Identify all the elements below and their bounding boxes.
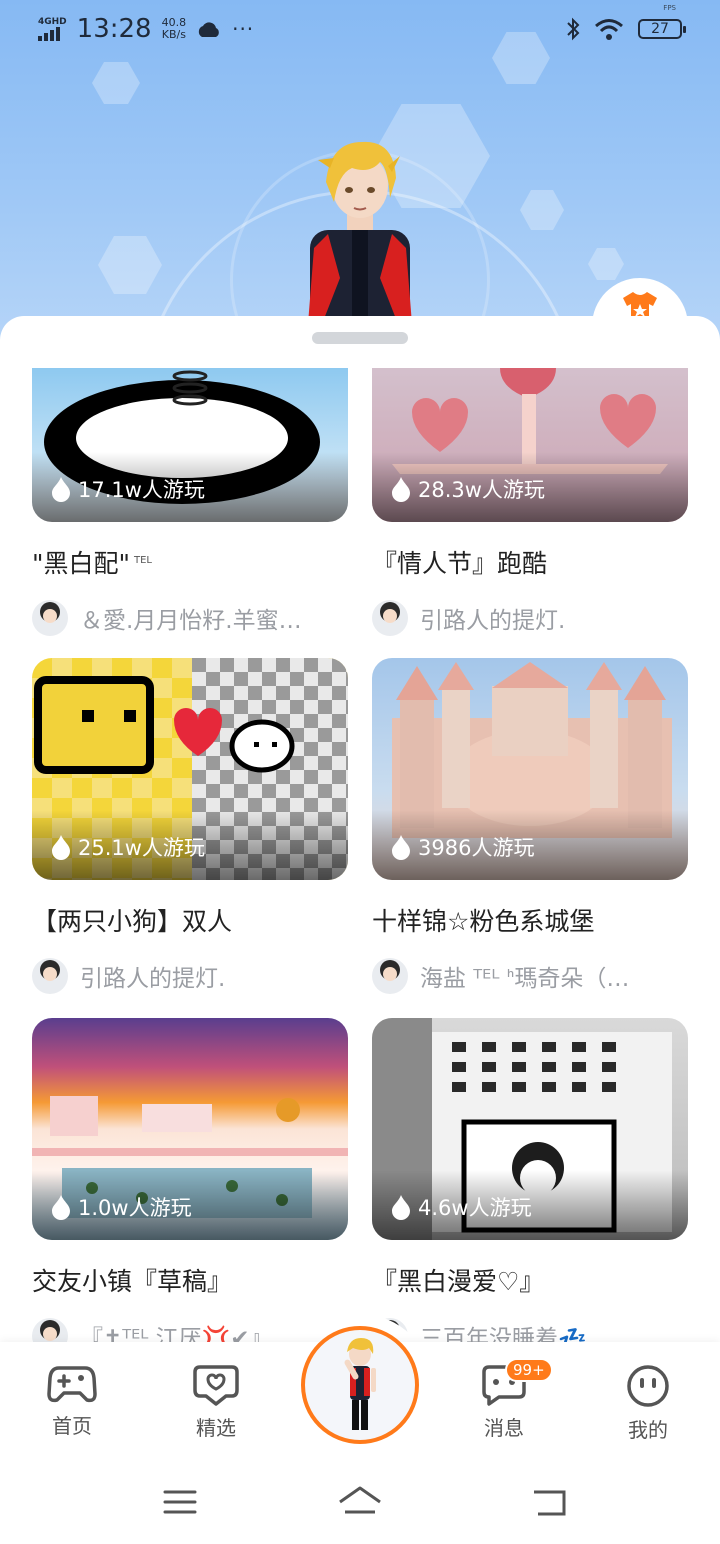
game-thumbnail[interactable]: 1.0w人游玩 [32, 1018, 348, 1240]
game-thumbnail[interactable]: 17.1w人游玩 [32, 368, 348, 522]
tab-profile[interactable]: 我的 [603, 1364, 693, 1443]
avatar-figure-icon [344, 1338, 376, 1430]
flame-icon [392, 1195, 410, 1220]
system-nav-bar [0, 1460, 720, 1544]
menu-icon[interactable] [162, 1482, 198, 1522]
author-name: ＆愛.月月怡籽.羊蜜… [80, 608, 302, 634]
author-row[interactable]: 引路人的提灯. [32, 958, 348, 994]
hero-banner: 4GHD 13:28 40.8 KB/s ··· 27 FPS [0, 0, 720, 360]
unread-badge: 99+ [505, 1358, 553, 1382]
play-count: 28.3w人游玩 [390, 474, 545, 504]
author-row[interactable]: ＆愛.月月怡籽.羊蜜… [32, 600, 348, 636]
avatar-center-button[interactable] [301, 1326, 419, 1444]
author-name: 引路人的提灯. [420, 608, 566, 634]
fps-label: FPS [663, 4, 676, 12]
game-thumbnail[interactable]: 25.1w人游玩 [32, 658, 348, 880]
flame-icon [392, 835, 410, 860]
battery-indicator: 27 [638, 19, 686, 39]
home-icon[interactable] [336, 1482, 384, 1522]
flame-icon [52, 477, 70, 502]
game-title[interactable]: 【两只小狗】双人 [32, 902, 348, 938]
flame-icon [52, 1195, 70, 1220]
play-count: 25.1w人游玩 [50, 832, 205, 862]
cloud-icon [198, 22, 219, 37]
game-thumbnail[interactable]: 3986人游玩 [372, 658, 688, 880]
author-avatar[interactable] [372, 600, 408, 636]
flame-icon [52, 835, 70, 860]
smile-face-icon [627, 1365, 669, 1407]
play-count: 1.0w人游玩 [50, 1192, 192, 1222]
author-avatar[interactable] [32, 600, 68, 636]
author-avatar[interactable] [372, 958, 408, 994]
author-name: 引路人的提灯. [80, 966, 226, 992]
game-title[interactable]: "黑白配" TEL [32, 544, 348, 580]
signal-icon: 4GHD [38, 17, 67, 41]
game-card[interactable]: 28.3w人游玩 『情人节』跑酷 引路人的提灯. [372, 368, 688, 636]
play-count: 17.1w人游玩 [50, 474, 205, 504]
gamepad-icon [47, 1366, 97, 1403]
game-card[interactable]: 1.0w人游玩 交友小镇『草稿』 『✝ᵀᴱᴸ 江厌💢✔』 [32, 1018, 348, 1354]
author-name: 海盐 ᵀᴱᴸ ᑋ瑪奇朵（… [420, 966, 630, 992]
game-card[interactable]: 17.1w人游玩 "黑白配" TEL ＆愛.月月怡籽.羊蜜… [32, 368, 348, 636]
game-thumbnail[interactable]: 4.6w人游玩 [372, 1018, 688, 1240]
bluetooth-icon [567, 17, 580, 41]
tab-messages[interactable]: 消息 99+ [459, 1358, 553, 1441]
more-status-icon: ··· [232, 17, 255, 41]
tab-home[interactable]: 首页 [27, 1364, 117, 1439]
game-card[interactable]: 4.6w人游玩 『黑白漫爱♡』 三百年没睡着💤 [372, 1018, 688, 1354]
clock: 13:28 [76, 14, 152, 44]
avatar-character[interactable] [300, 138, 420, 323]
game-thumbnail[interactable]: 28.3w人游玩 [372, 368, 688, 522]
back-icon[interactable] [530, 1482, 570, 1522]
heart-chat-icon [193, 1365, 239, 1406]
flame-icon [392, 477, 410, 502]
game-title[interactable]: 『黑白漫爱♡』 [372, 1262, 688, 1298]
play-count: 4.6w人游玩 [390, 1192, 532, 1222]
game-card[interactable]: 3986人游玩 十样锦☆粉色系城堡 海盐 ᵀᴱᴸ ᑋ瑪奇朵（… [372, 658, 688, 994]
wifi-icon [595, 19, 623, 40]
game-card[interactable]: 25.1w人游玩 【两只小狗】双人 引路人的提灯. [32, 658, 348, 994]
author-row[interactable]: 海盐 ᵀᴱᴸ ᑋ瑪奇朵（… [372, 958, 688, 994]
status-bar: 4GHD 13:28 40.8 KB/s ··· 27 FPS [0, 0, 720, 58]
game-title[interactable]: 十样锦☆粉色系城堡 [372, 902, 688, 938]
author-row[interactable]: 引路人的提灯. [372, 600, 688, 636]
game-title[interactable]: 『情人节』跑酷 [372, 544, 688, 580]
network-speed: 40.8 KB/s [161, 16, 187, 41]
tab-featured[interactable]: 精选 [171, 1364, 261, 1441]
drag-handle[interactable] [312, 332, 408, 344]
play-count: 3986人游玩 [390, 832, 534, 862]
game-title[interactable]: 交友小镇『草稿』 [32, 1262, 348, 1298]
author-avatar[interactable] [32, 958, 68, 994]
